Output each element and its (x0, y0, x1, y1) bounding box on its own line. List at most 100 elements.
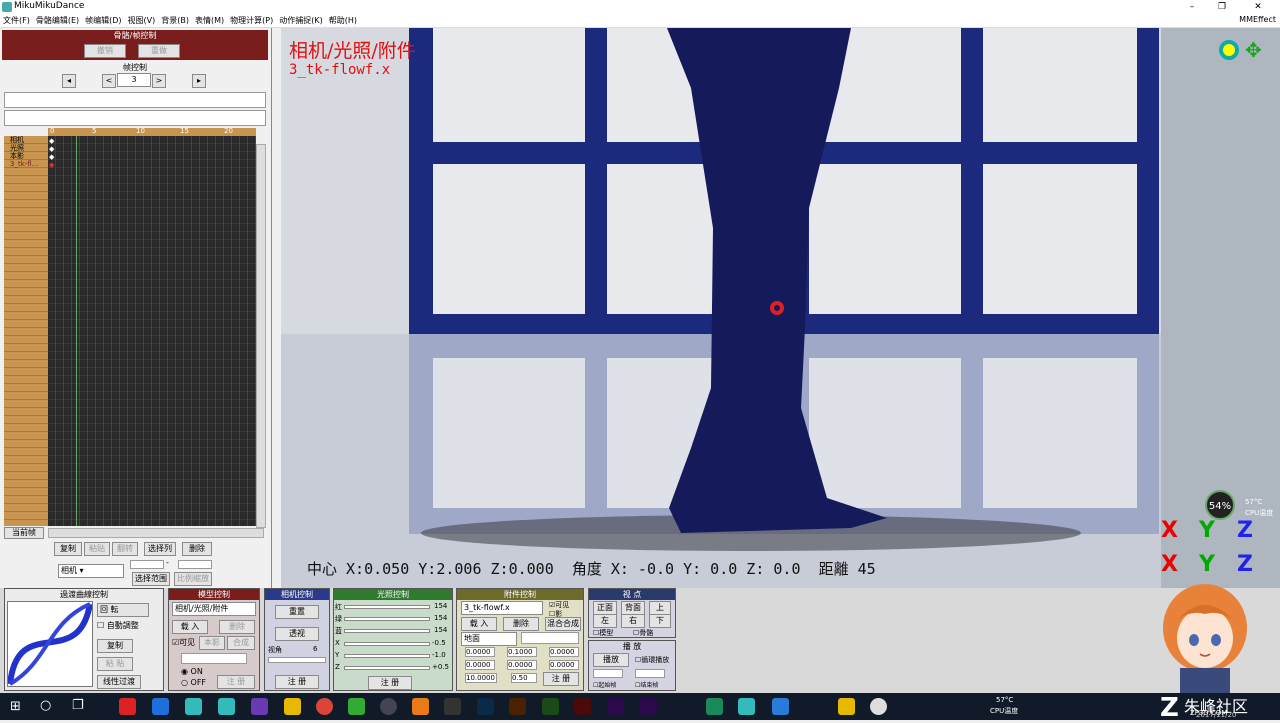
accessory-load-button[interactable]: 载 入 (461, 617, 497, 631)
accessory-x-input[interactable]: 0.0000 (465, 647, 495, 657)
move-z-icon[interactable]: Z (1237, 552, 1253, 577)
app-icon[interactable] (348, 698, 365, 715)
app-icon[interactable] (251, 698, 268, 715)
view-left-button[interactable]: 左 (593, 614, 617, 628)
light-x-slider[interactable] (344, 642, 430, 646)
camera-reset-button[interactable]: 重置 (275, 605, 319, 619)
illustrator-icon[interactable] (509, 698, 526, 715)
folder-icon[interactable] (284, 698, 301, 715)
mmd-icon[interactable] (218, 698, 235, 715)
edge-icon[interactable] (152, 698, 169, 715)
play-to-checkbox[interactable]: ☐结束帧 (635, 680, 658, 689)
move-x-icon[interactable]: X (1161, 552, 1178, 577)
search-icon[interactable]: ○ (40, 698, 51, 713)
model-on-radio[interactable]: ◉ ON (181, 667, 203, 676)
chrome-icon[interactable] (316, 698, 333, 715)
menu-motion-capture[interactable]: 动作捕捉(K) (276, 14, 326, 27)
next-keyframe-button[interactable]: ▸ (192, 74, 206, 88)
app-icon[interactable] (772, 698, 789, 715)
next-frame-button[interactable]: > (152, 74, 166, 88)
light-z-value[interactable]: +0.5 (432, 663, 449, 671)
rotate-y-icon[interactable]: Y (1199, 518, 1215, 543)
light-red-value[interactable]: 154 (434, 602, 447, 610)
rotate-z-icon[interactable]: Z (1237, 518, 1253, 543)
track-shadow[interactable]: 本影 (4, 152, 48, 160)
accessory-rz-input[interactable]: 0.0000 (549, 660, 579, 670)
bone-name-field[interactable] (4, 92, 266, 108)
folder-icon[interactable] (838, 698, 855, 715)
accessory-transparency-input[interactable]: 0.50 (511, 673, 537, 683)
photoshop-icon[interactable] (477, 698, 494, 715)
accessory-bone-select[interactable] (521, 632, 579, 644)
interpolation-curve[interactable] (7, 601, 93, 687)
accessory-parent-select[interactable]: 地面 (461, 632, 517, 646)
delete-frame-button[interactable]: 删除 (182, 542, 212, 556)
mmd-icon[interactable] (185, 698, 202, 715)
accessory-rx-input[interactable]: 0.0000 (465, 660, 495, 670)
menu-help[interactable]: 帮助(H) (326, 14, 360, 27)
zoom-icon[interactable] (1219, 40, 1239, 60)
app-icon[interactable] (738, 698, 755, 715)
rotate-x-icon[interactable]: X (1161, 518, 1178, 543)
premiere-icon[interactable] (607, 698, 624, 715)
menu-file[interactable]: 文件(F) (0, 14, 33, 27)
blender-icon[interactable] (412, 698, 429, 715)
model-delete-button[interactable]: 删除 (219, 620, 255, 634)
app-icon[interactable] (444, 698, 461, 715)
model-visible-checkbox[interactable]: ☑可见 (172, 637, 195, 648)
copy-frame-button[interactable]: 复制 (54, 542, 82, 556)
model-combine-button[interactable]: 合成 (227, 636, 255, 650)
menu-bone-edit[interactable]: 骨骼编辑(E) (33, 14, 82, 27)
close-button[interactable]: ✕ (1246, 0, 1270, 14)
bone-value-field[interactable] (4, 110, 266, 126)
light-x-value[interactable]: -0.5 (432, 639, 446, 647)
menu-expression[interactable]: 表情(M) (192, 14, 227, 27)
view-front-button[interactable]: 正面 (593, 601, 617, 615)
flip-frame-button[interactable]: 翻转 (112, 542, 138, 556)
accessory-scale-input[interactable]: 10.0000 (465, 673, 497, 683)
frame-number-input[interactable]: 3 (117, 73, 151, 87)
light-y-value[interactable]: -1.0 (432, 651, 446, 659)
light-register-button[interactable]: 注 册 (368, 676, 412, 690)
keyframe-marker[interactable]: ◆ (49, 161, 54, 169)
move-view-icon[interactable]: ✥ (1245, 40, 1262, 60)
view-top-button[interactable]: 上 (649, 601, 671, 615)
undo-button[interactable]: 撤销 (84, 44, 126, 58)
menu-physics[interactable]: 物理计算(P) (227, 14, 276, 27)
redo-button[interactable]: 重做 (138, 44, 180, 58)
accessory-register-button[interactable]: 注 册 (543, 672, 579, 686)
view-right-button[interactable]: 右 (621, 614, 645, 628)
model-shadow-button[interactable]: 本影 (199, 636, 225, 650)
after-effects-icon[interactable] (640, 698, 657, 715)
play-from-checkbox[interactable]: ☐起始帧 (593, 680, 616, 689)
timeline-vscroll[interactable] (256, 144, 266, 528)
select-range-button[interactable]: 选择范围 (132, 572, 170, 586)
accessory-y-input[interactable]: 0.1000 (507, 647, 537, 657)
interp-channel-select[interactable]: 回 転 (97, 603, 149, 617)
paste-frame-button[interactable]: 粘贴 (84, 542, 110, 556)
light-blue-value[interactable]: 154 (434, 626, 447, 634)
light-y-slider[interactable] (344, 654, 430, 658)
app-icon[interactable] (870, 698, 887, 715)
start-icon[interactable]: ⊞ (10, 699, 21, 714)
prev-keyframe-button[interactable]: ◂ (62, 74, 76, 88)
current-frame-button[interactable]: 当前帧 (4, 527, 44, 539)
prev-frame-button[interactable]: < (102, 74, 116, 88)
view-bottom-button[interactable]: 下 (649, 614, 671, 628)
browser-icon[interactable] (119, 698, 136, 715)
accessory-select[interactable]: 3_tk-flowf.x (461, 601, 543, 615)
linear-interp-button[interactable]: 线性过渡 (97, 675, 141, 689)
keyframe-marker[interactable]: ◆ (49, 145, 54, 153)
play-end-input[interactable] (635, 669, 665, 678)
light-green-slider[interactable] (344, 617, 430, 621)
play-button[interactable]: 播放 (593, 653, 629, 667)
scale-ratio-button[interactable]: 比例缩放 (174, 572, 212, 586)
model-bone-select[interactable] (181, 653, 247, 664)
range-end-input[interactable] (178, 560, 212, 569)
loop-checkbox[interactable]: ☐循環播放 (635, 655, 669, 665)
accessory-z-input[interactable]: 0.0000 (549, 647, 579, 657)
app-icon[interactable] (706, 698, 723, 715)
flash-icon[interactable] (574, 698, 591, 715)
auto-adjust-checkbox[interactable]: ☐ 自動調整 (97, 620, 139, 631)
model-select[interactable]: 相机/光照/附件 (172, 602, 256, 616)
